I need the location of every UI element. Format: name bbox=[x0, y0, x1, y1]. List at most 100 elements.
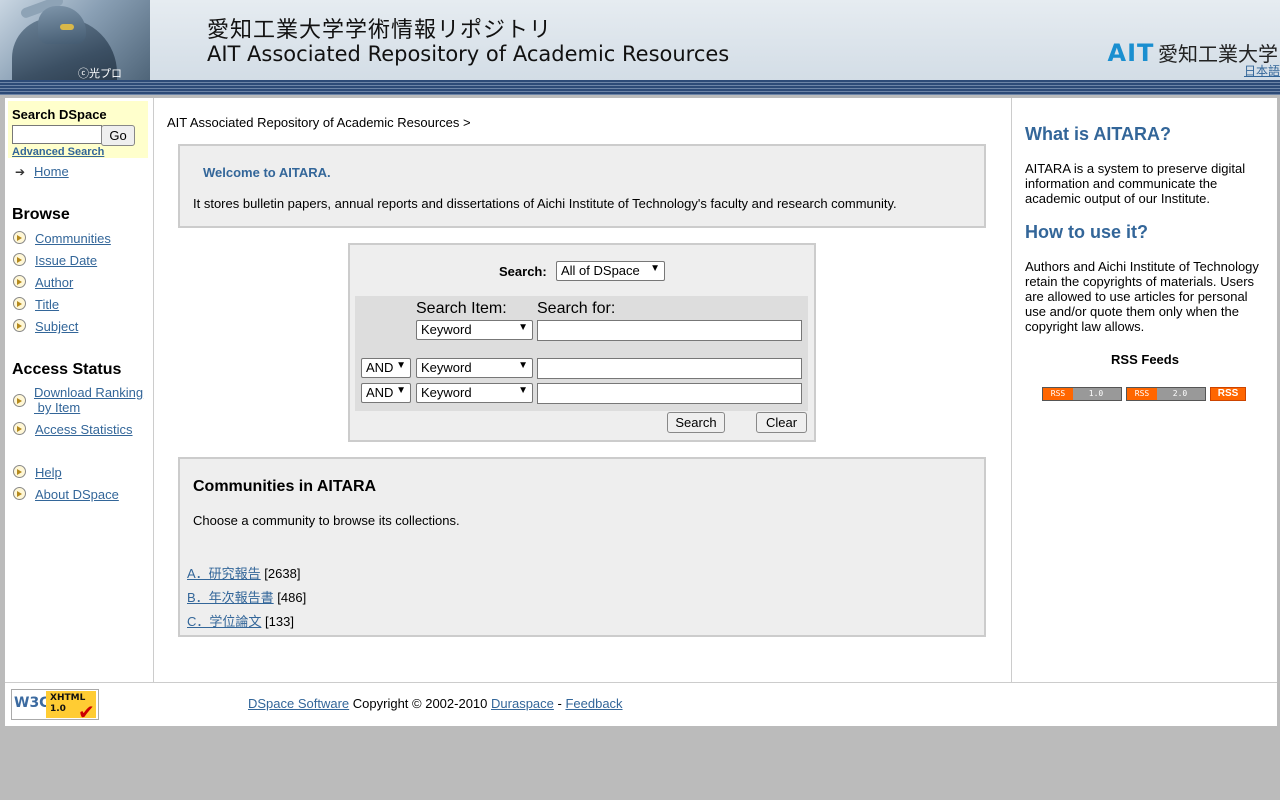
conjunction-value-3: AND bbox=[366, 385, 394, 400]
help-link[interactable]: Help bbox=[35, 465, 62, 480]
language-link[interactable]: 日本語 bbox=[1244, 62, 1280, 79]
bullet-arrow-icon bbox=[13, 297, 26, 310]
search-term-input-1[interactable] bbox=[537, 320, 802, 341]
community-item[interactable]: C．学位論文 [133] bbox=[187, 611, 294, 630]
download-ranking-by-item-link[interactable]: by Item bbox=[34, 400, 81, 415]
sidebar-item-author[interactable]: Author bbox=[13, 275, 73, 290]
browse-title-link[interactable]: Title bbox=[35, 297, 59, 312]
chevron-down-icon: ▼ bbox=[518, 385, 528, 396]
bullet-arrow-icon bbox=[13, 231, 26, 244]
search-field-value-2: Keyword bbox=[421, 360, 472, 375]
rss-2-badge-left: RSS bbox=[1127, 388, 1157, 400]
sidebar: Search DSpace Go Advanced Search ➔ Home B… bbox=[5, 98, 154, 682]
sidebar-item-about[interactable]: About DSpace bbox=[13, 487, 119, 502]
what-is-heading: What is AITARA? bbox=[1025, 124, 1171, 144]
browse-subject-link[interactable]: Subject bbox=[35, 319, 78, 334]
footer-separator: - bbox=[553, 696, 566, 711]
access-statistics-link[interactable]: Access Statistics bbox=[35, 422, 133, 437]
access-status-heading: Access Status bbox=[12, 361, 122, 378]
search-field-select-3[interactable]: Keyword ▼ bbox=[416, 383, 533, 403]
search-field-select-2[interactable]: Keyword ▼ bbox=[416, 358, 533, 378]
site-title-english: AIT Associated Repository of Academic Re… bbox=[207, 42, 730, 66]
duraspace-link[interactable]: Duraspace bbox=[491, 696, 554, 711]
copyright-text: Copyright © 2002-2010 bbox=[349, 696, 492, 711]
search-field-select-1[interactable]: Keyword ▼ bbox=[416, 320, 533, 340]
rss-feeds-label: RSS Feeds bbox=[1111, 352, 1179, 367]
sidebar-search-input[interactable] bbox=[12, 125, 102, 144]
browse-heading: Browse bbox=[12, 206, 70, 223]
welcome-heading: Welcome to AITARA. bbox=[203, 165, 331, 180]
page-container: Search DSpace Go Advanced Search ➔ Home B… bbox=[5, 98, 1277, 726]
conjunction-select-3[interactable]: AND ▼ bbox=[361, 383, 411, 403]
bullet-arrow-icon bbox=[13, 465, 26, 478]
search-term-input-2[interactable] bbox=[537, 358, 802, 379]
sidebar-item-title[interactable]: Title bbox=[13, 297, 59, 312]
feedback-link[interactable]: Feedback bbox=[565, 696, 622, 711]
community-item[interactable]: A．研究報告 [2638] bbox=[187, 563, 300, 582]
sidebar-item-subject[interactable]: Subject bbox=[13, 319, 78, 334]
rss-1-badge-right: 1.0 bbox=[1088, 389, 1104, 398]
sidebar-item-download-ranking[interactable]: Download Ranking by Item bbox=[13, 385, 143, 415]
chevron-down-icon: ▼ bbox=[396, 360, 406, 371]
community-count-c: [133] bbox=[265, 614, 294, 629]
logo-robot-eye bbox=[60, 24, 74, 30]
dspace-software-link[interactable]: DSpace Software bbox=[248, 696, 349, 711]
rss-badge[interactable]: RSS bbox=[1210, 387, 1246, 401]
advanced-search-link[interactable]: Advanced Search bbox=[12, 146, 104, 158]
clear-button[interactable]: Clear bbox=[756, 412, 807, 433]
go-button[interactable]: Go bbox=[101, 125, 135, 146]
about-dspace-link[interactable]: About DSpace bbox=[35, 487, 119, 502]
bullet-arrow-icon bbox=[13, 394, 26, 407]
sidebar-item-help[interactable]: Help bbox=[13, 465, 62, 480]
bullet-arrow-icon bbox=[13, 253, 26, 266]
sidebar-item-issue-date[interactable]: Issue Date bbox=[13, 253, 97, 268]
what-is-text: AITARA is a system to preserve digital i… bbox=[1025, 161, 1246, 206]
search-scope-select[interactable]: All of DSpace ▼ bbox=[556, 261, 665, 281]
xhtml-label-line-2: 1.0 bbox=[50, 704, 66, 714]
browse-communities-link[interactable]: Communities bbox=[35, 231, 111, 246]
rss-1-badge-left: RSS bbox=[1043, 388, 1073, 400]
search-item-header: Search Item: bbox=[416, 300, 507, 317]
sidebar-item-home[interactable]: ➔ Home bbox=[13, 164, 69, 179]
bullet-arrow-icon bbox=[13, 422, 26, 435]
search-scope-value: All of DSpace bbox=[561, 263, 640, 278]
communities-panel: Communities in AITARA Choose a community… bbox=[178, 457, 986, 637]
footer: W3C XHTML 1.0 ✔ DSpace Software Copyright… bbox=[5, 682, 1277, 727]
sidebar-search-box: Search DSpace Go Advanced Search bbox=[8, 101, 148, 158]
chevron-down-icon: ▼ bbox=[396, 385, 406, 396]
community-link-a[interactable]: A．研究報告 bbox=[187, 566, 261, 581]
browse-author-link[interactable]: Author bbox=[35, 275, 73, 290]
bullet-arrow-icon bbox=[13, 319, 26, 332]
breadcrumb[interactable]: AIT Associated Repository of Academic Re… bbox=[167, 115, 471, 130]
header-stripe bbox=[0, 80, 1280, 95]
community-item[interactable]: B．年次報告書 [486] bbox=[187, 587, 306, 606]
browse-issue-date-link[interactable]: Issue Date bbox=[35, 253, 97, 268]
chevron-down-icon: ▼ bbox=[518, 360, 528, 371]
sidebar-item-access-statistics[interactable]: Access Statistics bbox=[13, 422, 133, 437]
rss-2-badge[interactable]: RSS 2.0 bbox=[1126, 387, 1206, 401]
community-count-b: [486] bbox=[277, 590, 307, 605]
community-link-c[interactable]: C．学位論文 bbox=[187, 614, 261, 629]
rss-2-badge-right: 2.0 bbox=[1172, 389, 1188, 398]
welcome-panel: Welcome to AITARA. It stores bulletin pa… bbox=[178, 144, 986, 228]
w3c-logo: W3C bbox=[14, 695, 50, 711]
search-field-value-1: Keyword bbox=[421, 322, 472, 337]
footer-copyright: DSpace Software Copyright © 2002-2010 Du… bbox=[248, 696, 623, 711]
conjunction-select-2[interactable]: AND ▼ bbox=[361, 358, 411, 378]
rss-1-badge[interactable]: RSS 1.0 bbox=[1042, 387, 1122, 401]
sidebar-item-communities[interactable]: Communities bbox=[13, 231, 111, 246]
logo-image: ⓒ光プロ bbox=[0, 0, 150, 80]
search-criteria-area: Search Item: Search for: Keyword ▼ AND ▼… bbox=[355, 296, 808, 411]
w3c-xhtml-badge[interactable]: W3C XHTML 1.0 ✔ bbox=[11, 689, 99, 724]
search-for-header: Search for: bbox=[537, 300, 616, 317]
search-scope-label: Search: bbox=[499, 264, 547, 279]
search-button[interactable]: Search bbox=[667, 412, 725, 433]
home-link[interactable]: Home bbox=[34, 164, 69, 179]
logo-copyright: ⓒ光プロ bbox=[78, 67, 122, 80]
communities-heading: Communities in AITARA bbox=[193, 478, 377, 495]
community-link-b[interactable]: B．年次報告書 bbox=[187, 590, 274, 605]
brand-ait-logo: AIT bbox=[1107, 39, 1155, 67]
download-ranking-link[interactable]: Download Ranking bbox=[34, 385, 143, 400]
search-term-input-3[interactable] bbox=[537, 383, 802, 404]
bullet-arrow-icon bbox=[13, 487, 26, 500]
